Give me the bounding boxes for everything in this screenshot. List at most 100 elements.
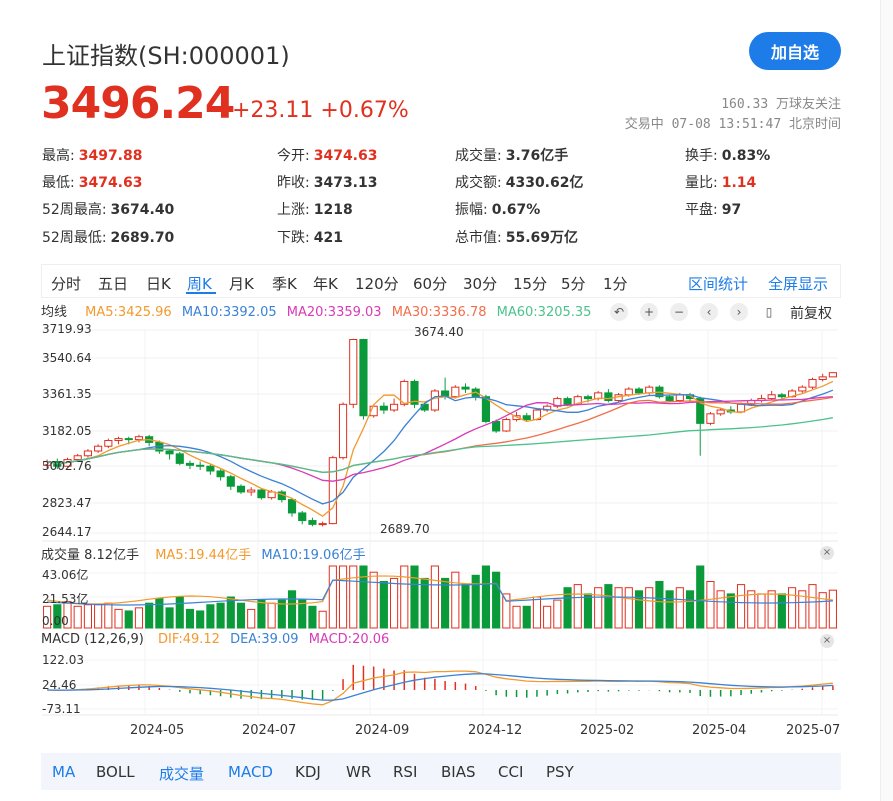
volume-bar	[594, 587, 603, 629]
stat-high: 最高: 3497.88	[42, 148, 143, 164]
volume-bar	[665, 590, 674, 629]
vol-tick: 0.00	[42, 614, 69, 628]
tab-1min[interactable]: 1分	[603, 273, 628, 294]
volume-bar	[624, 587, 633, 629]
candle-body	[573, 396, 582, 405]
x-tick: 2024-09	[355, 723, 410, 738]
volume-bar	[298, 599, 307, 629]
ma60-value: MA60:3205.35	[496, 305, 592, 320]
range-stats-link[interactable]: 区间统计	[688, 273, 748, 294]
stat-amplitude: 振幅: 0.67%	[455, 202, 541, 218]
macd-dea-line	[47, 673, 833, 701]
candle-body	[512, 415, 521, 421]
volume-bar	[685, 590, 695, 629]
ind-tab-macd[interactable]: MACD	[228, 763, 273, 781]
candle-body	[390, 403, 399, 411]
candle-body	[349, 339, 358, 405]
tab-daily-k[interactable]: 日K	[146, 273, 171, 294]
ind-tab-bias[interactable]: BIAS	[441, 763, 476, 781]
candle-body	[379, 405, 388, 411]
candle-body	[502, 419, 511, 432]
ma60-line	[46, 417, 834, 473]
volume-bar	[369, 571, 378, 629]
tab-120min[interactable]: 120分	[355, 273, 399, 294]
candle-body	[685, 394, 695, 400]
x-tick: 2024-07	[242, 723, 297, 738]
fullscreen-link[interactable]: 全屏显示	[768, 273, 828, 294]
candle-body	[747, 399, 756, 405]
candle-body	[328, 457, 337, 525]
candle-body	[104, 440, 113, 447]
macd-label: MACD (12,26,9)	[41, 632, 144, 647]
volume-bar	[104, 602, 113, 629]
candle-icon[interactable]: ▯	[760, 303, 778, 321]
stat-open: 今开: 3474.63	[277, 148, 378, 164]
candle-body	[236, 485, 246, 493]
volume-bar	[675, 587, 684, 629]
candle-body	[247, 489, 256, 493]
period-tab-bar: 分时 五日 日K 周K 月K 季K 年K 120分 60分 30分 15分 5分…	[41, 264, 841, 298]
ind-tab-kdj[interactable]: KDJ	[295, 763, 321, 781]
tab-quarterly-k[interactable]: 季K	[272, 273, 297, 294]
volume-bar	[134, 607, 144, 629]
ind-tab-ma[interactable]: MA	[52, 763, 75, 781]
volume-bar	[604, 584, 613, 629]
add-watchlist-button[interactable]: 加自选	[749, 32, 841, 70]
ind-tab-psy[interactable]: PSY	[546, 763, 574, 781]
y-tick: 3002.76	[42, 459, 92, 473]
tab-fenshi[interactable]: 分时	[51, 273, 81, 294]
zoom-in-icon[interactable]: +	[640, 303, 658, 321]
candle-body	[420, 403, 429, 411]
stat-volume: 成交量: 3.76亿手	[455, 148, 569, 164]
volume-bar	[206, 604, 215, 629]
candle-body	[634, 388, 644, 394]
volume-bar	[400, 565, 409, 629]
tab-monthly-k[interactable]: 月K	[229, 273, 254, 294]
volume-bar	[543, 605, 552, 629]
tab-yearly-k[interactable]: 年K	[313, 273, 338, 294]
ind-tab-cci[interactable]: CCI	[498, 763, 523, 781]
candle-body	[441, 390, 450, 398]
tab-60min[interactable]: 60分	[413, 273, 447, 294]
stat-volume-ratio: 量比: 1.14	[685, 175, 757, 191]
tab-five-day[interactable]: 五日	[98, 273, 128, 294]
chevron-left-icon[interactable]: ‹	[700, 303, 718, 321]
tab-5min[interactable]: 5分	[561, 273, 586, 294]
macd-dif-line	[47, 670, 833, 706]
candle-body	[400, 380, 409, 405]
close-icon[interactable]: ×	[820, 634, 834, 648]
volume-bar	[522, 605, 531, 629]
ma5-value: MA5:3425.96	[85, 305, 172, 320]
ind-tab-rsi[interactable]: RSI	[393, 763, 417, 781]
candle-body	[828, 372, 837, 378]
volume-bar	[634, 590, 644, 629]
candle-body	[594, 392, 603, 400]
volume-bar	[390, 577, 399, 629]
ma5-line	[46, 380, 834, 517]
trading-status: 交易中 07-08 13:51:47 北京时间	[624, 117, 841, 132]
volume-bar	[185, 608, 195, 629]
candle-body	[808, 379, 817, 388]
right-sidebar-edge	[880, 0, 893, 801]
volume-bar	[757, 593, 766, 629]
undo-icon[interactable]: ↶	[610, 303, 628, 321]
active-tab-indicator	[186, 292, 216, 294]
close-icon[interactable]: ×	[820, 546, 834, 560]
stat-flat-count: 平盘: 97	[685, 202, 742, 218]
adjust-mode[interactable]: 前复权	[790, 303, 832, 323]
candle-body	[155, 441, 164, 452]
macd-tick: 122.03	[42, 653, 84, 667]
ind-tab-wr[interactable]: WR	[346, 763, 371, 781]
chevron-right-icon[interactable]: ›	[730, 303, 748, 321]
zoom-out-icon[interactable]: −	[670, 303, 688, 321]
volume-bar	[808, 584, 817, 629]
stat-up-count: 上涨: 1218	[277, 202, 353, 218]
tab-30min[interactable]: 30分	[463, 273, 497, 294]
ind-tab-boll[interactable]: BOLL	[96, 763, 135, 781]
volume-bar	[247, 608, 256, 629]
candle-body	[777, 394, 786, 398]
tab-15min[interactable]: 15分	[513, 273, 547, 294]
ind-tab-volume[interactable]: 成交量	[159, 763, 204, 784]
tab-weekly-k[interactable]: 周K	[187, 273, 212, 294]
macd-dea-value: DEA:39.09	[230, 632, 299, 647]
